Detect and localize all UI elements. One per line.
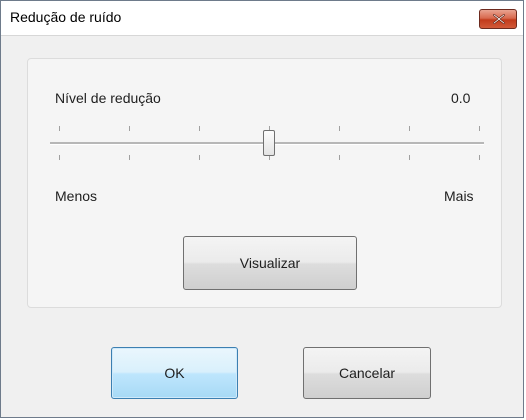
reduction-level-slider[interactable] <box>50 123 484 163</box>
slider-tick <box>339 155 340 160</box>
reduction-level-label: Nível de redução <box>55 90 161 106</box>
min-label: Menos <box>55 188 98 204</box>
reduction-settings-panel: Nível de redução 0.0 Menos Mais Visualiz… <box>27 58 502 308</box>
noise-reduction-dialog: Redução de ruído Nível de redução 0.0 Me… <box>0 0 524 418</box>
max-label: Mais <box>444 188 474 204</box>
close-x-icon <box>493 14 505 24</box>
slider-tick <box>199 155 200 160</box>
slider-tick <box>479 126 480 131</box>
slider-thumb[interactable] <box>263 130 275 156</box>
slider-tick <box>409 126 410 131</box>
slider-tick <box>129 126 130 131</box>
title-bar: Redução de ruído <box>1 1 523 36</box>
slider-tick <box>409 155 410 160</box>
window-title: Redução de ruído <box>10 9 122 25</box>
slider-tick <box>59 126 60 131</box>
cancel-button[interactable]: Cancelar <box>303 347 431 399</box>
slider-tick <box>199 126 200 131</box>
close-button[interactable] <box>479 9 517 29</box>
ok-button[interactable]: OK <box>111 347 238 399</box>
slider-tick <box>479 155 480 160</box>
slider-tick <box>339 126 340 131</box>
reduction-level-value: 0.0 <box>451 90 471 106</box>
slider-tick <box>129 155 130 160</box>
slider-tick <box>59 155 60 160</box>
preview-button[interactable]: Visualizar <box>183 236 357 290</box>
